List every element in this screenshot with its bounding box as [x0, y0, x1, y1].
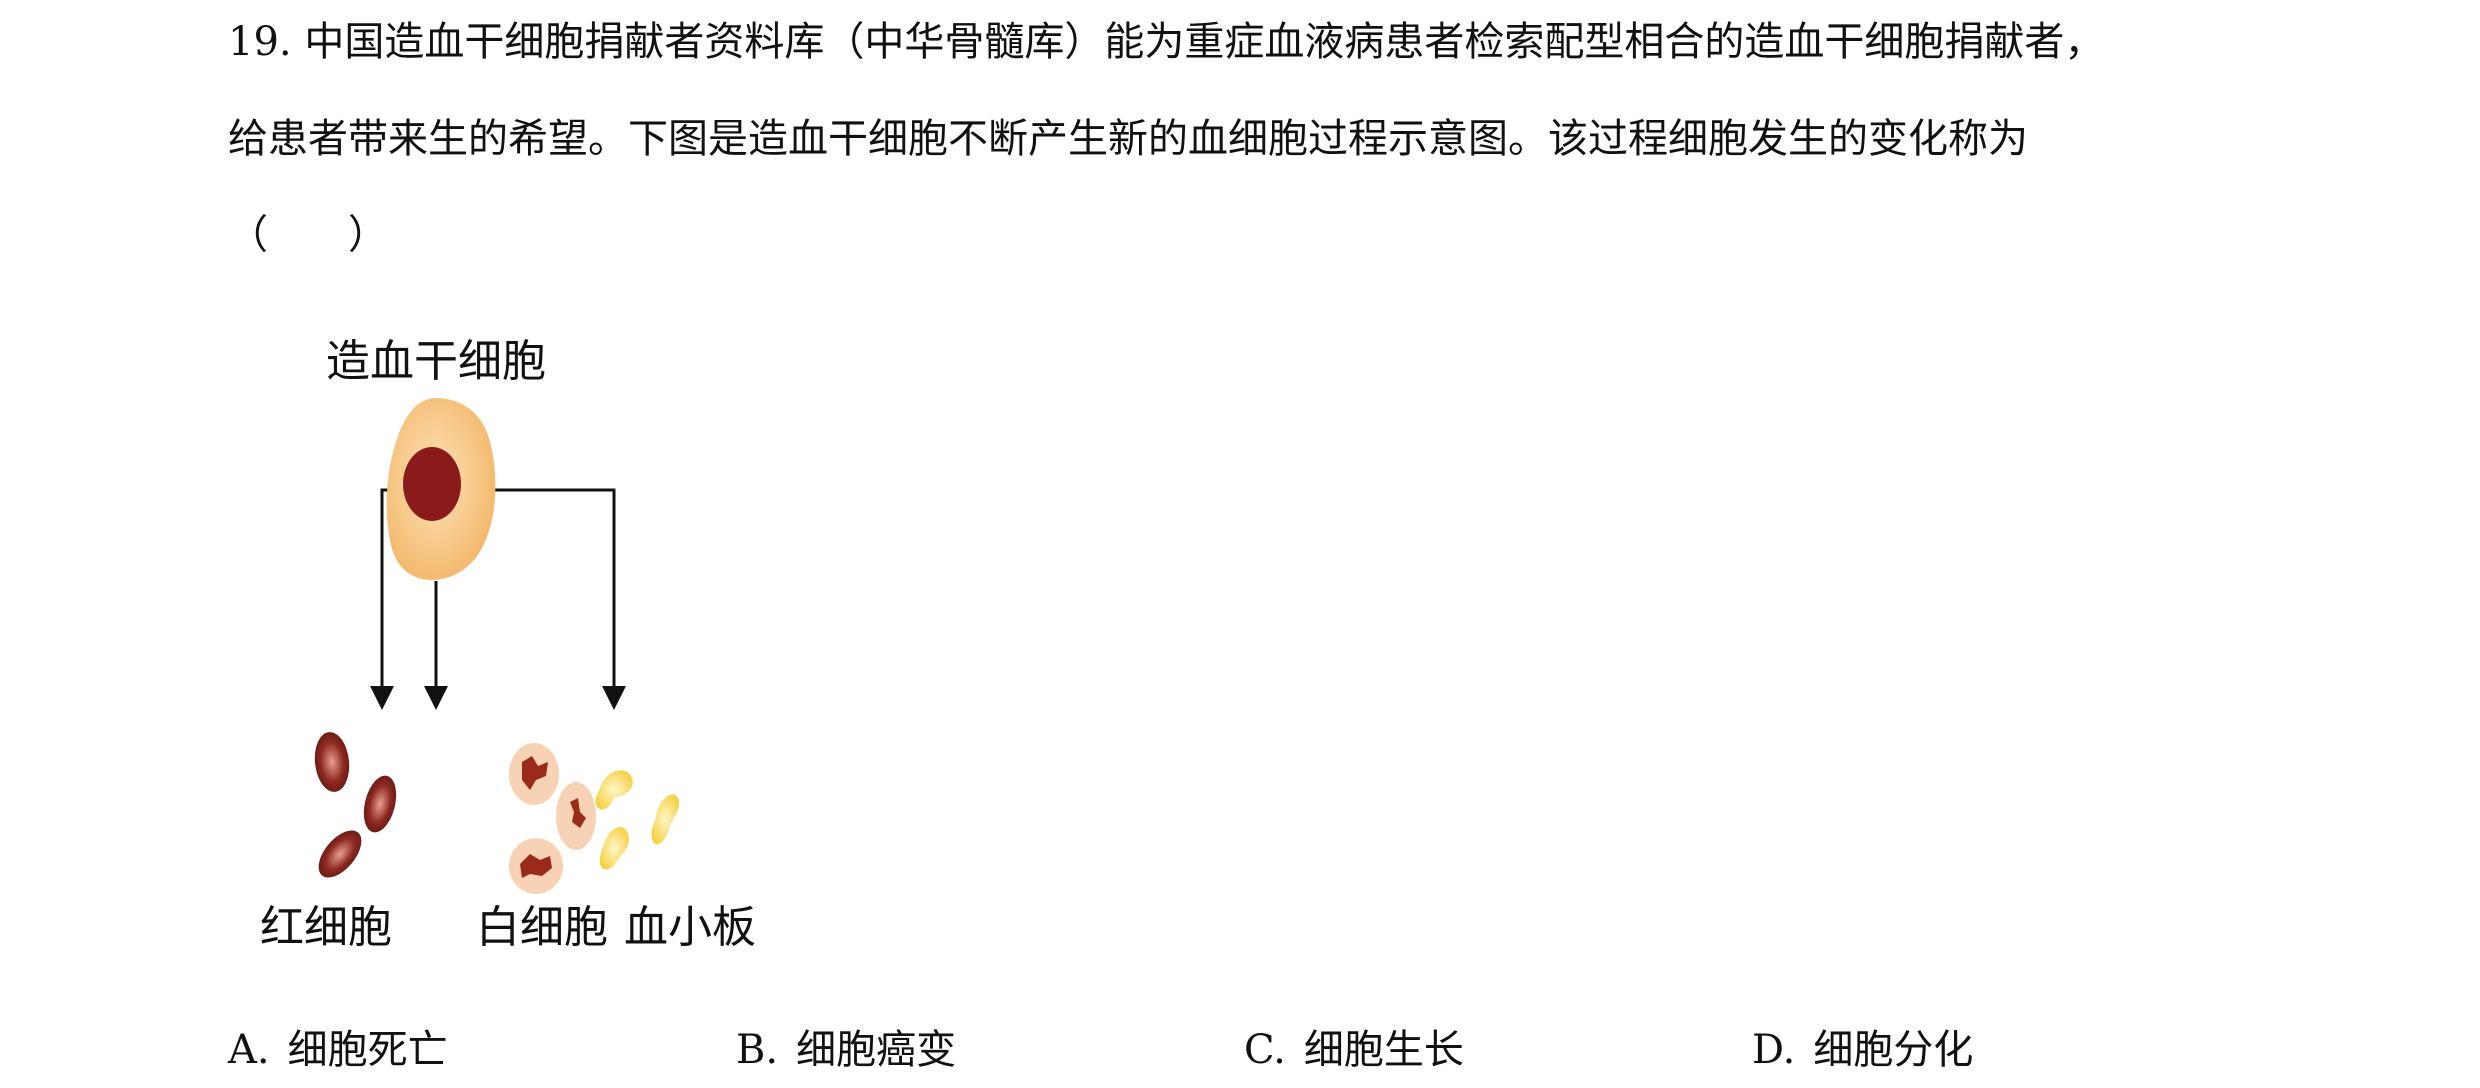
- red-cell-1: [314, 732, 350, 792]
- red-cell-3: [318, 830, 362, 878]
- option-a-text: 细胞死亡: [287, 1027, 448, 1073]
- stem-cell-label: 造血干细胞: [326, 336, 546, 387]
- option-c-text: 细胞生长: [1303, 1027, 1464, 1073]
- option-d-text: 细胞分化: [1813, 1027, 1974, 1073]
- label-white-cell: 白细胞: [476, 902, 608, 953]
- platelet-2: [651, 794, 680, 845]
- arrowhead-middle: [424, 686, 448, 710]
- option-d-letter: D.: [1752, 1027, 1796, 1073]
- arrow-line-right: [476, 488, 616, 690]
- option-c[interactable]: C. 细胞生长: [1244, 1022, 1464, 1078]
- option-b-text: 细胞癌变: [796, 1027, 957, 1073]
- arrowheads: [370, 686, 626, 710]
- option-b[interactable]: B. 细胞癌变: [736, 1022, 956, 1078]
- arrowhead-right: [602, 686, 626, 710]
- stem-cell-nucleus: [403, 447, 461, 521]
- option-d[interactable]: D. 细胞分化: [1752, 1022, 1973, 1078]
- platelet-3: [599, 827, 629, 870]
- question-text-line-1: 中国造血干细胞捐献者资料库（中华骨髓库）能为重症血液病患者检索配型相合的造血干细…: [304, 19, 2105, 65]
- option-c-letter: C.: [1244, 1027, 1286, 1073]
- question-number: 19.: [228, 19, 292, 65]
- diagram-svg: 造血干细胞 红细胞 白细胞 血小板: [260, 336, 756, 953]
- option-a[interactable]: A. 细胞死亡: [228, 1022, 448, 1078]
- question-line-1: 19. 中国造血干细胞捐献者资料库（中华骨髓库）能为重症血液病患者检索配型相合的…: [228, 14, 2104, 70]
- white-blood-cells: [509, 743, 596, 894]
- answer-blank: （ ）: [228, 212, 388, 258]
- option-a-letter: A.: [228, 1027, 270, 1073]
- red-blood-cells: [314, 732, 397, 878]
- option-b-letter: B.: [736, 1027, 779, 1073]
- question-text-line-2: 给患者带来生的希望。下图是造血干细胞不断产生新的血细胞过程示意图。该过程细胞发生…: [228, 116, 2028, 162]
- arrowhead-left: [370, 686, 394, 710]
- platelets: [595, 770, 680, 870]
- label-red-cell: 红细胞: [260, 902, 392, 953]
- blood-cell-diagram: 造血干细胞 红细胞 白细胞 血小板: [236, 318, 856, 978]
- red-cell-2: [363, 775, 397, 833]
- label-platelet: 血小板: [624, 902, 756, 953]
- stem-cell: [386, 398, 496, 580]
- platelet-1: [595, 770, 633, 810]
